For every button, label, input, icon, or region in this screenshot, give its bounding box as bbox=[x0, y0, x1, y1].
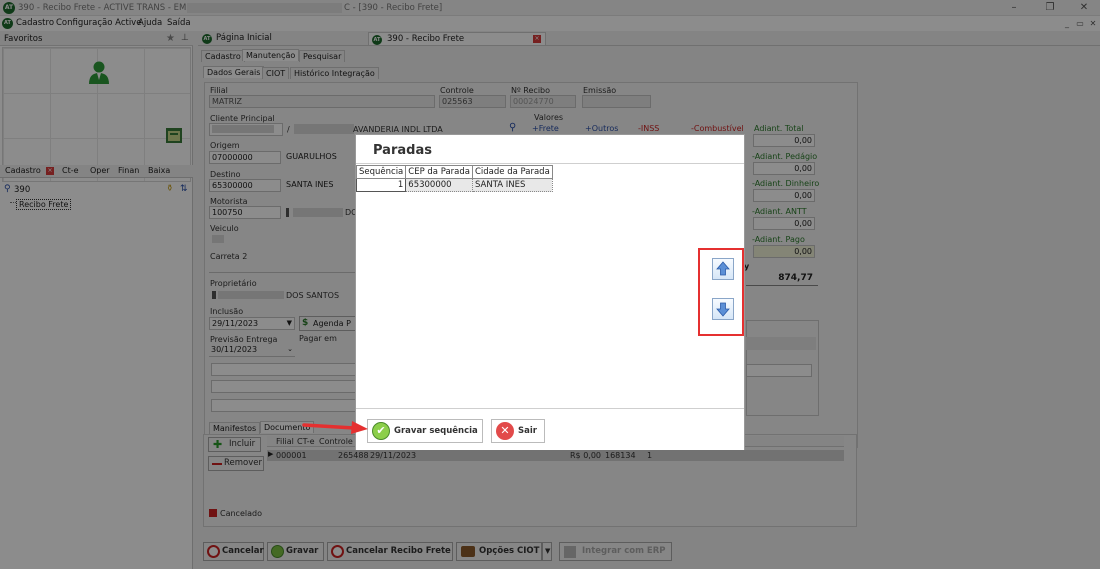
col-sequencia[interactable]: Sequência bbox=[355, 165, 407, 179]
check-circle-icon: ✔ bbox=[372, 422, 390, 440]
arrow-up-icon bbox=[716, 261, 730, 276]
move-up-button[interactable] bbox=[712, 258, 734, 280]
cell-seq[interactable]: 1 bbox=[355, 178, 407, 192]
gravar-sequencia-label: Gravar sequência bbox=[394, 426, 478, 436]
cell-cidade[interactable]: SANTA INES bbox=[471, 178, 553, 192]
reorder-buttons-frame bbox=[698, 248, 744, 336]
paradas-grid: Sequência CEP da Parada Cidade da Parada… bbox=[355, 165, 553, 192]
sair-button[interactable]: ✕ Sair bbox=[491, 419, 545, 443]
dialog-footer: ✔ Gravar sequência ✕ Sair bbox=[356, 408, 744, 450]
col-cidade-parada[interactable]: Cidade da Parada bbox=[471, 165, 553, 179]
paradas-dialog: Paradas Sequência CEP da Parada Cidade d… bbox=[355, 134, 745, 450]
arrow-down-icon bbox=[716, 302, 730, 317]
x-circle-icon: ✕ bbox=[496, 422, 514, 440]
sair-label: Sair bbox=[518, 426, 537, 436]
gravar-sequencia-button[interactable]: ✔ Gravar sequência bbox=[367, 419, 483, 443]
dialog-title-separator bbox=[356, 163, 744, 164]
table-row[interactable]: 1 65300000 SANTA INES bbox=[355, 178, 553, 192]
cell-cep[interactable]: 65300000 bbox=[405, 178, 473, 192]
col-cep-parada[interactable]: CEP da Parada bbox=[405, 165, 473, 179]
annotation-arrow-icon bbox=[302, 421, 368, 434]
dialog-title: Paradas bbox=[373, 143, 432, 158]
move-down-button[interactable] bbox=[712, 298, 734, 320]
